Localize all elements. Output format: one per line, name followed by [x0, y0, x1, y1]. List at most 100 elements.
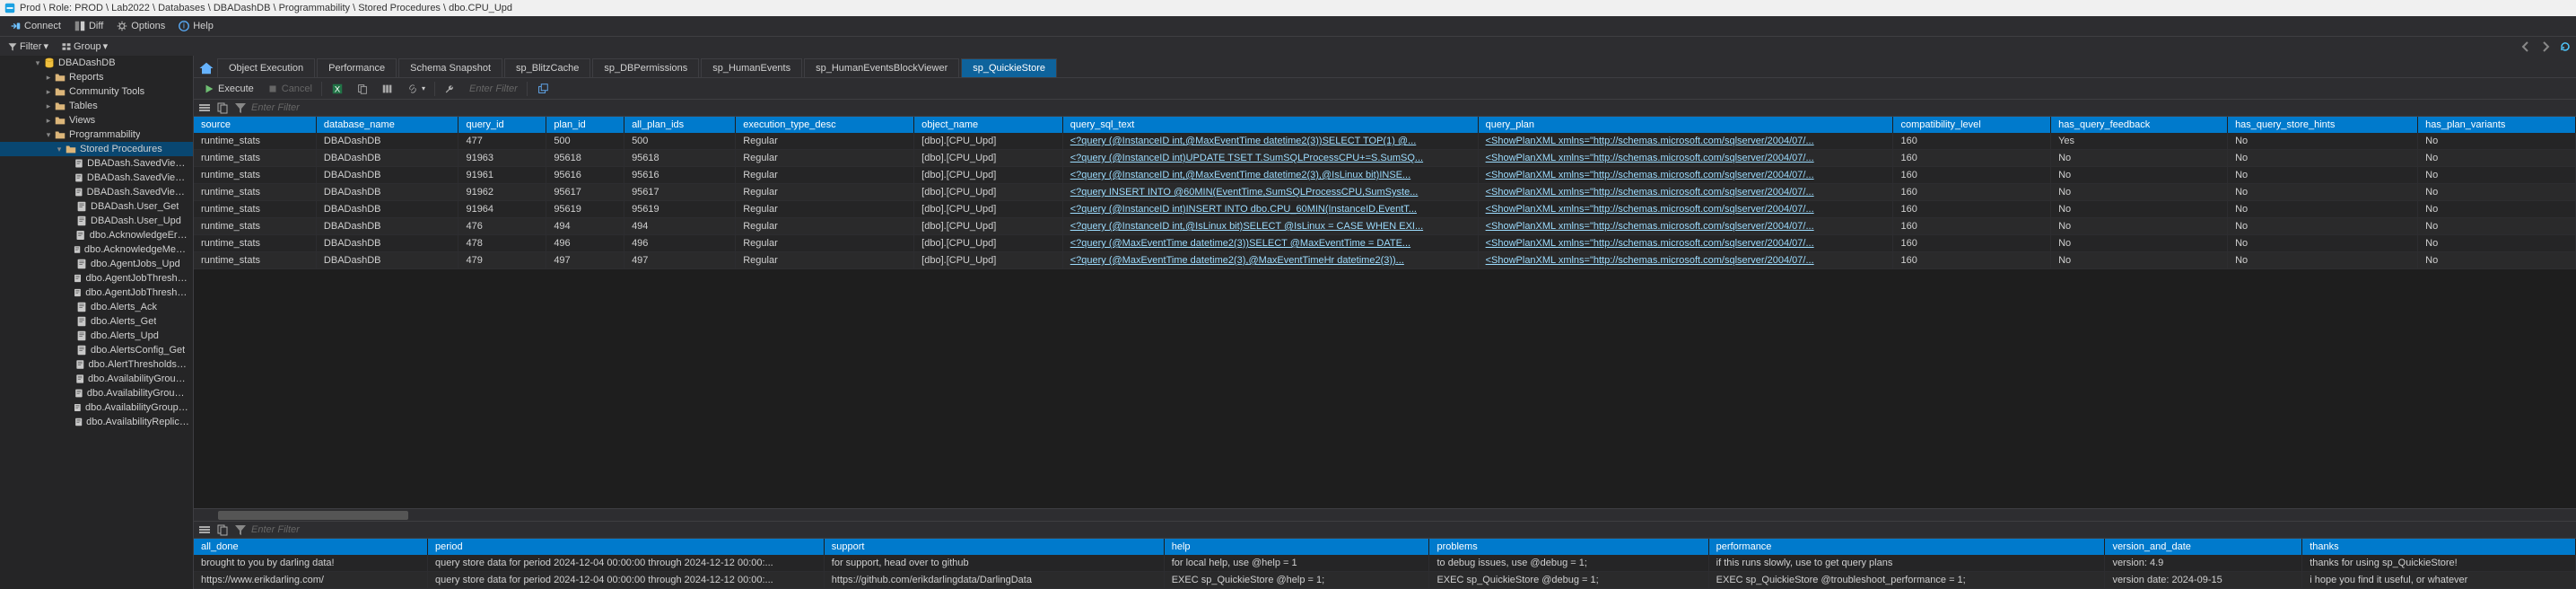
cell[interactable]: Regular	[736, 235, 914, 252]
cell[interactable]: <?query (@InstanceID int)INSERT INTO dbo…	[1062, 201, 1478, 218]
tree-toggle-icon[interactable]: ▸	[43, 87, 54, 97]
cell[interactable]: [dbo].[CPU_Upd]	[914, 184, 1063, 201]
cell[interactable]: No	[2051, 218, 2228, 235]
cell[interactable]: 497	[624, 252, 736, 269]
cell[interactable]: DBADashDB	[316, 150, 458, 167]
help-menu[interactable]: i Help	[172, 18, 219, 34]
nav-back-button[interactable]	[2519, 40, 2533, 54]
tree-node[interactable]: dbo.AgentJobThresholds_Upd	[0, 286, 193, 300]
tree-node[interactable]: ▾DBADashDB	[0, 56, 193, 70]
cell[interactable]: <ShowPlanXML xmlns="http://schemas.micro…	[1478, 218, 1893, 235]
tab-schema-snapshot[interactable]: Schema Snapshot	[398, 58, 502, 77]
cell[interactable]: No	[2228, 252, 2418, 269]
cell[interactable]: 478	[458, 235, 546, 252]
tree-toggle-icon[interactable]: ▾	[43, 130, 54, 140]
table-row[interactable]: runtime_statsDBADashDB478496496Regular[d…	[194, 235, 2576, 252]
cell[interactable]: <?query (@InstanceID int,@MaxEventTime d…	[1062, 167, 1478, 184]
cell[interactable]: if this runs slowly, use to get query pl…	[1708, 555, 2105, 572]
cell[interactable]: [dbo].[CPU_Upd]	[914, 218, 1063, 235]
column-header[interactable]: plan_id	[546, 117, 624, 133]
cell[interactable]: https://www.erikdarling.com/	[194, 572, 428, 589]
tree-node[interactable]: dbo.AgentJobs_Upd	[0, 257, 193, 271]
cell[interactable]: 494	[546, 218, 624, 235]
cell[interactable]: Regular	[736, 150, 914, 167]
cell[interactable]: No	[2418, 150, 2576, 167]
cell[interactable]: DBADashDB	[316, 235, 458, 252]
cell[interactable]: No	[2051, 184, 2228, 201]
cell[interactable]: 160	[1893, 218, 2051, 235]
new-window-button[interactable]	[533, 81, 553, 97]
cell[interactable]: [dbo].[CPU_Upd]	[914, 235, 1063, 252]
tree-toggle-icon[interactable]: ▾	[32, 58, 43, 68]
object-explorer[interactable]: ▾DBADashDB▸Reports▸Community Tools▸Table…	[0, 56, 194, 589]
tab-sp-dbpermissions[interactable]: sp_DBPermissions	[592, 58, 699, 77]
tree-node[interactable]: DBADash.SavedViews_Del	[0, 156, 193, 171]
cell[interactable]: [dbo].[CPU_Upd]	[914, 201, 1063, 218]
home-tab[interactable]	[197, 59, 215, 77]
tree-node[interactable]: dbo.AgentJobThresholds_Get	[0, 271, 193, 286]
table-row[interactable]: runtime_statsDBADashDB479497497Regular[d…	[194, 252, 2576, 269]
cell[interactable]: <ShowPlanXML xmlns="http://schemas.micro…	[1478, 184, 1893, 201]
settings-button[interactable]	[441, 81, 460, 97]
cell[interactable]: version: 4.9	[2105, 555, 2302, 572]
cell[interactable]: Regular	[736, 133, 914, 150]
column-header[interactable]: all_done	[194, 539, 428, 555]
grid1-hscroll[interactable]	[194, 508, 2576, 521]
group-button[interactable]: Group ▾	[57, 40, 111, 53]
table-row[interactable]: runtime_statsDBADashDB476494494Regular[d…	[194, 218, 2576, 235]
column-header[interactable]: support	[824, 539, 1164, 555]
cell[interactable]: No	[2228, 235, 2418, 252]
cell[interactable]: i hope you find it useful, or whatever	[2302, 572, 2576, 589]
cell[interactable]: No	[2051, 252, 2228, 269]
cell[interactable]: 91964	[458, 201, 546, 218]
cell[interactable]: EXEC sp_QuickieStore @help = 1;	[1164, 572, 1429, 589]
grid1-menu-button[interactable]	[197, 101, 212, 115]
cell[interactable]: <ShowPlanXML xmlns="http://schemas.micro…	[1478, 150, 1893, 167]
column-header[interactable]: execution_type_desc	[736, 117, 914, 133]
cell[interactable]: [dbo].[CPU_Upd]	[914, 150, 1063, 167]
cell[interactable]: No	[2418, 167, 2576, 184]
tree-node[interactable]: dbo.Alerts_Get	[0, 314, 193, 329]
cell[interactable]: 160	[1893, 150, 2051, 167]
grid2-menu-button[interactable]	[197, 523, 212, 537]
tree-node[interactable]: dbo.AlertThresholds_Upd	[0, 357, 193, 372]
cell[interactable]: version date: 2024-09-15	[2105, 572, 2302, 589]
column-header[interactable]: query_plan	[1478, 117, 1893, 133]
cell[interactable]: 91961	[458, 167, 546, 184]
tree-node[interactable]: DBADash.SavedViews_Upd	[0, 185, 193, 199]
diff-menu[interactable]: Diff	[68, 18, 109, 34]
cell[interactable]: 95619	[546, 201, 624, 218]
cell[interactable]: 160	[1893, 184, 2051, 201]
tree-node[interactable]: DBADash.User_Upd	[0, 214, 193, 228]
tree-node[interactable]: ▸Views	[0, 113, 193, 127]
cell[interactable]: 95618	[624, 150, 736, 167]
cell[interactable]: DBADashDB	[316, 201, 458, 218]
cell[interactable]: 95617	[546, 184, 624, 201]
cell[interactable]: 160	[1893, 133, 2051, 150]
column-header[interactable]: help	[1164, 539, 1429, 555]
column-header[interactable]: source	[194, 117, 316, 133]
cell[interactable]: 91962	[458, 184, 546, 201]
table-row[interactable]: runtime_statsDBADashDB919629561795617Reg…	[194, 184, 2576, 201]
cell[interactable]: DBADashDB	[316, 184, 458, 201]
cell[interactable]: 476	[458, 218, 546, 235]
cell[interactable]: brought to you by darling data!	[194, 555, 428, 572]
refresh-button[interactable]	[2558, 40, 2572, 54]
tree-node[interactable]: dbo.AvailabilityGroup_Get	[0, 372, 193, 386]
cell[interactable]: No	[2418, 184, 2576, 201]
tree-node[interactable]: dbo.AvailabilityGroupSummary	[0, 400, 193, 415]
tree-node[interactable]: dbo.Alerts_Upd	[0, 329, 193, 343]
tab-sp-humanevents[interactable]: sp_HumanEvents	[701, 58, 802, 77]
grid2-filter-button[interactable]	[233, 523, 248, 537]
table-row[interactable]: runtime_statsDBADashDB919649561995619Reg…	[194, 201, 2576, 218]
column-header[interactable]: query_sql_text	[1062, 117, 1478, 133]
cell[interactable]: <?query INSERT INTO @60MIN(EventTime,Sum…	[1062, 184, 1478, 201]
cell[interactable]: Regular	[736, 201, 914, 218]
cell[interactable]: runtime_stats	[194, 133, 316, 150]
tree-node[interactable]: dbo.AcknowledgeMemoryDumps	[0, 242, 193, 257]
cell[interactable]: runtime_stats	[194, 167, 316, 184]
column-header[interactable]: query_id	[458, 117, 546, 133]
cell[interactable]: <?query (@InstanceID int)UPDATE TSET T.S…	[1062, 150, 1478, 167]
tab-sp-blitzcache[interactable]: sp_BlitzCache	[504, 58, 590, 77]
cell[interactable]: No	[2228, 201, 2418, 218]
